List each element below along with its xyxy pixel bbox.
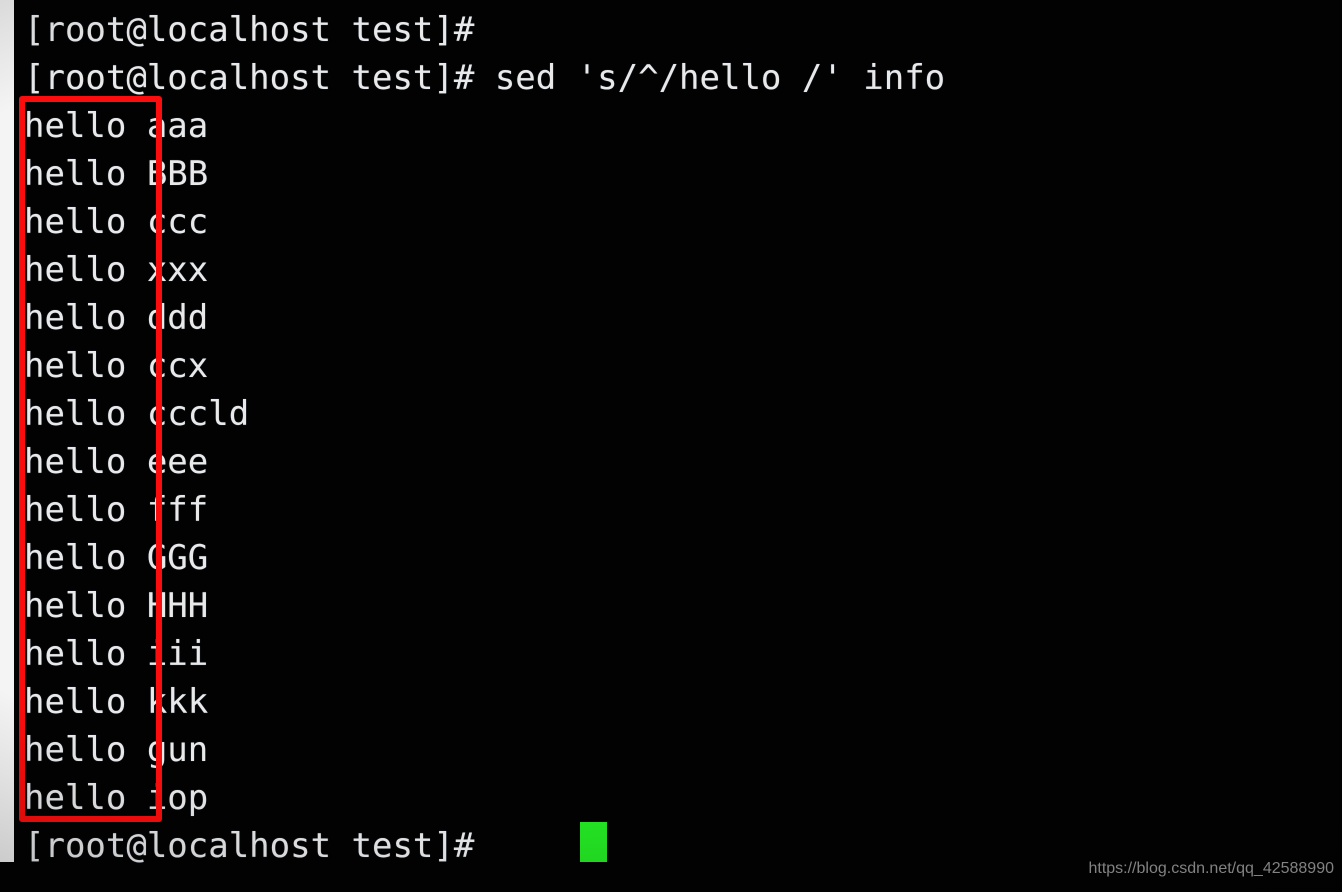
terminal-output-line: hello ccx bbox=[24, 342, 1324, 390]
terminal-output-line: hello xxx bbox=[24, 246, 1324, 294]
terminal-cursor bbox=[580, 822, 607, 862]
output-value: kkk bbox=[146, 682, 209, 722]
output-value: xxx bbox=[146, 250, 209, 290]
output-value: ccc bbox=[146, 202, 209, 242]
terminal-output-line: hello kkk bbox=[24, 678, 1324, 726]
terminal-output-line: hello fff bbox=[24, 486, 1324, 534]
output-value: fff bbox=[146, 490, 209, 530]
terminal-output-line: hello ccc bbox=[24, 198, 1324, 246]
terminal-output-line: hello BBB bbox=[24, 150, 1324, 198]
output-value: ccx bbox=[146, 346, 209, 386]
output-value: aaa bbox=[146, 106, 209, 146]
shell-command: sed 's/^/hello /' info bbox=[474, 58, 946, 98]
shell-prompt: [root@localhost test]# bbox=[24, 58, 475, 98]
left-edge-strip bbox=[0, 0, 14, 862]
output-prefix: hello bbox=[24, 730, 147, 770]
terminal-output-area: [root@localhost test]# [root@localhost te… bbox=[24, 6, 1324, 870]
output-value: gun bbox=[146, 730, 209, 770]
output-value: eee bbox=[146, 442, 209, 482]
output-prefix: hello bbox=[24, 586, 147, 626]
output-prefix: hello bbox=[24, 298, 147, 338]
output-value: HHH bbox=[146, 586, 209, 626]
output-value: cccld bbox=[146, 394, 250, 434]
output-prefix: hello bbox=[24, 106, 147, 146]
output-prefix: hello bbox=[24, 682, 147, 722]
output-prefix: hello bbox=[24, 538, 147, 578]
output-prefix: hello bbox=[24, 394, 147, 434]
output-value: GGG bbox=[146, 538, 209, 578]
terminal-output-line: hello gun bbox=[24, 726, 1324, 774]
terminal-screenshot: [root@localhost test]# [root@localhost te… bbox=[0, 0, 1342, 892]
output-prefix: hello bbox=[24, 634, 147, 674]
terminal-output-line: hello iop bbox=[24, 774, 1324, 822]
shell-prompt: [root@localhost test]# bbox=[24, 826, 475, 866]
watermark: https://blog.csdn.net/qq_42588990 bbox=[1088, 860, 1334, 877]
terminal-output-line: hello iii bbox=[24, 630, 1324, 678]
terminal-output-line: hello cccld bbox=[24, 390, 1324, 438]
terminal-output-line: hello ddd bbox=[24, 294, 1324, 342]
output-prefix: hello bbox=[24, 202, 147, 242]
output-prefix: hello bbox=[24, 490, 147, 530]
terminal-output-line: hello HHH bbox=[24, 582, 1324, 630]
terminal-output-line: hello GGG bbox=[24, 534, 1324, 582]
output-value: iii bbox=[146, 634, 209, 674]
terminal-prompt-line: [root@localhost test]# bbox=[24, 6, 1324, 54]
output-prefix: hello bbox=[24, 154, 147, 194]
output-value: iop bbox=[146, 778, 209, 818]
terminal-prompt-line: [root@localhost test]# sed 's/^/hello /'… bbox=[24, 54, 1324, 102]
shell-prompt: [root@localhost test]# bbox=[24, 10, 475, 50]
shell-command bbox=[474, 826, 494, 866]
output-prefix: hello bbox=[24, 250, 147, 290]
terminal-output-line: hello eee bbox=[24, 438, 1324, 486]
terminal-output-line: hello aaa bbox=[24, 102, 1324, 150]
output-prefix: hello bbox=[24, 442, 147, 482]
output-value: BBB bbox=[146, 154, 209, 194]
output-value: ddd bbox=[146, 298, 209, 338]
output-prefix: hello bbox=[24, 778, 147, 818]
output-prefix: hello bbox=[24, 346, 147, 386]
